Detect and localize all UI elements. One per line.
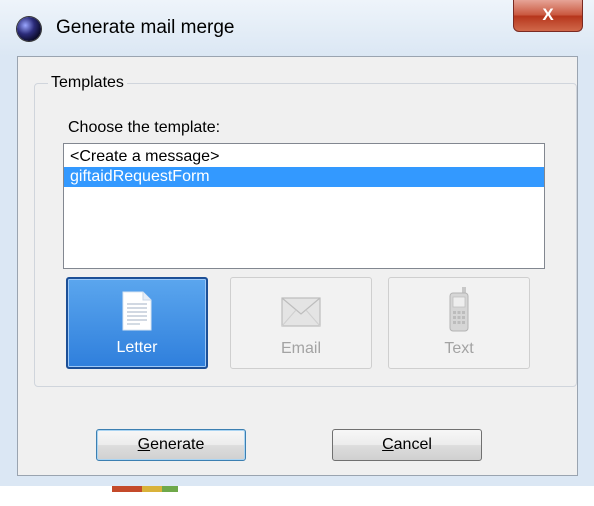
- list-item-giftaid-request-form[interactable]: giftaidRequestForm: [64, 167, 544, 187]
- text-button-label: Text: [444, 340, 474, 357]
- generate-hotkey: G: [137, 436, 151, 453]
- dialog-window: Generate mail merge X Templates Choose t…: [0, 0, 594, 486]
- window-title: Generate mail merge: [56, 17, 235, 38]
- close-button[interactable]: X: [513, 0, 583, 32]
- generate-button[interactable]: Generate: [96, 429, 246, 461]
- templates-group-label: Templates: [48, 74, 127, 92]
- email-button-label: Email: [280, 340, 321, 357]
- background-fragment: [112, 486, 142, 492]
- envelope-icon: [281, 297, 321, 327]
- email-button[interactable]: Email: [230, 277, 372, 369]
- cancel-label-rest: ancel: [393, 436, 432, 453]
- choose-template-label: Choose the template:: [68, 119, 221, 136]
- list-item-create-message[interactable]: <Create a message>: [64, 147, 544, 167]
- letter-button[interactable]: Letter: [66, 277, 208, 369]
- background-fragment: [162, 486, 178, 492]
- letter-button-label: Letter: [116, 339, 158, 356]
- letter-icon: [122, 291, 152, 331]
- text-button[interactable]: Text: [388, 277, 530, 369]
- generate-label-rest: enerate: [150, 436, 205, 453]
- mobile-phone-icon: [449, 287, 469, 332]
- background-strip: [0, 486, 594, 506]
- app-orb-icon: [17, 17, 41, 41]
- background-fragment: [142, 486, 162, 492]
- cancel-hotkey: C: [382, 436, 394, 453]
- cancel-button[interactable]: Cancel: [332, 429, 482, 461]
- dialog-body: Templates Choose the template: <Create a…: [17, 56, 578, 476]
- title-bar[interactable]: Generate mail merge X: [0, 0, 594, 56]
- template-listbox[interactable]: <Create a message> giftaidRequestForm: [63, 143, 545, 269]
